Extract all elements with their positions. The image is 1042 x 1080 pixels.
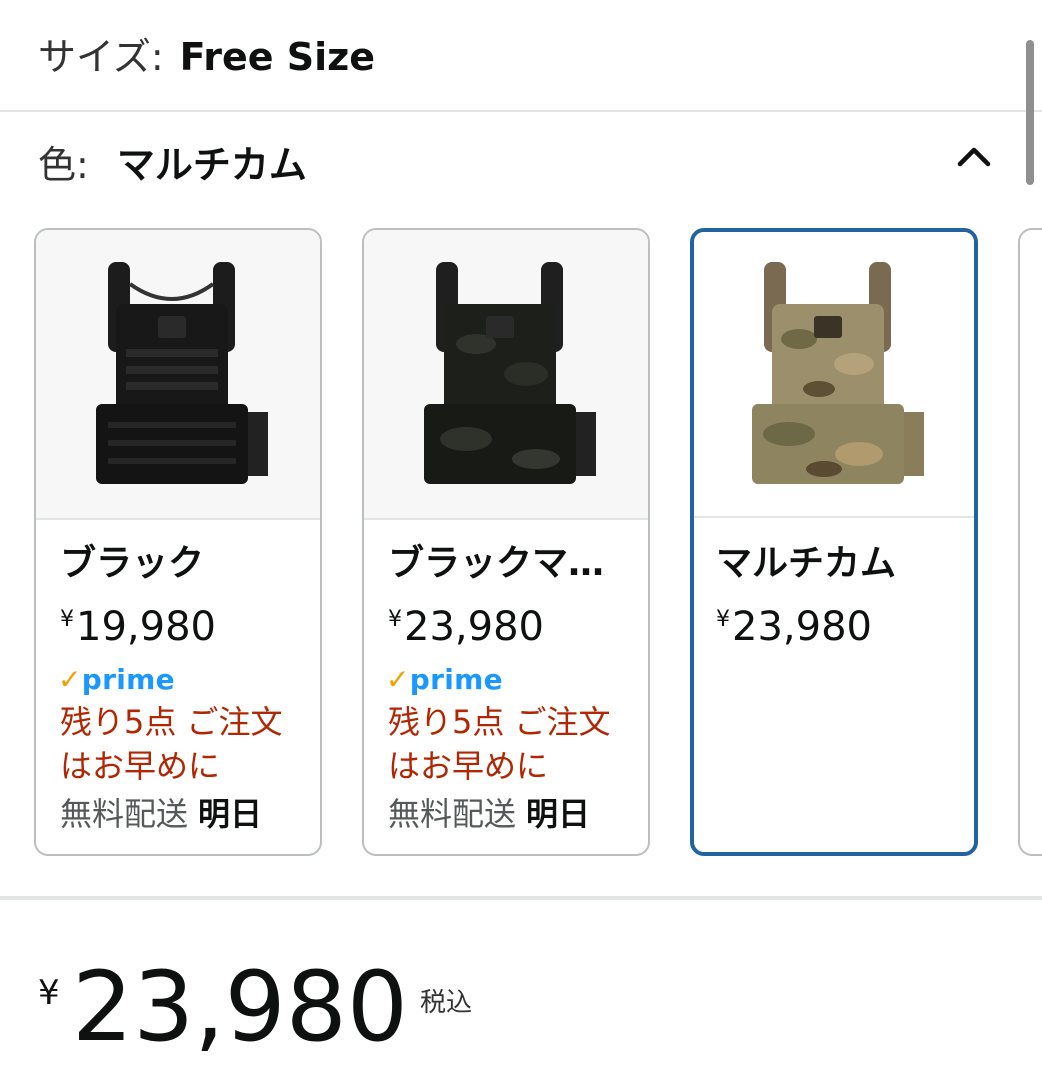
prime-check-icon: ✓ <box>386 662 410 696</box>
variant-price: ¥19,980 <box>60 596 216 651</box>
color-selector-header: 色: マルチカム <box>38 142 307 188</box>
price-value: 19,980 <box>76 604 216 650</box>
currency-symbol: ¥ <box>38 973 60 1013</box>
product-image-multicam <box>694 232 974 518</box>
total-amount: 23,980 <box>72 951 408 1063</box>
variant-price: ¥23,980 <box>716 596 872 651</box>
shipping-day: 明日 <box>526 795 591 833</box>
product-image-black <box>36 230 320 520</box>
prime-check-icon: ✓ <box>58 662 82 696</box>
currency-symbol: ¥ <box>60 607 74 632</box>
collapse-button[interactable] <box>952 134 996 178</box>
size-label: サイズ: <box>38 35 164 79</box>
currency-symbol: ¥ <box>716 607 730 632</box>
size-value: Free Size <box>179 35 375 79</box>
variant-card-black[interactable]: ブラック ¥19,980 ✓ prime 残り5点 ご注文はお早めに 無料配送 明日 <box>34 228 322 856</box>
shipping-day: 明日 <box>198 795 263 833</box>
variant-card-multicam[interactable]: マルチカム ¥23,980 <box>690 228 978 856</box>
tax-included-label: 税込 <box>420 988 473 1018</box>
prime-badge: ✓ prime <box>386 662 503 696</box>
color-value: マルチカム <box>116 143 307 187</box>
product-image-black-multicam <box>364 230 648 520</box>
shipping-label: 無料配送 <box>60 795 189 833</box>
chevron-up-icon <box>957 147 991 167</box>
divider <box>0 896 1042 900</box>
shipping-info: 無料配送 明日 <box>388 794 590 834</box>
divider <box>0 110 1042 112</box>
variant-card-black-multicam[interactable]: ブラックマ… ¥23,980 ✓ prime 残り5点 ご注文はお早めに 無料配送… <box>362 228 650 856</box>
prime-label: prime <box>81 662 175 696</box>
shipping-info: 無料配送 明日 <box>60 794 262 834</box>
variant-name: ブラック <box>60 543 205 584</box>
prime-label: prime <box>409 662 503 696</box>
stock-warning: 残り5点 ご注文はお早めに <box>60 703 283 785</box>
color-label: 色: <box>38 143 89 187</box>
variant-price: ¥23,980 <box>388 596 544 651</box>
currency-symbol: ¥ <box>388 607 402 632</box>
stock-warning: 残り5点 ご注文はお早めに <box>388 703 611 785</box>
price-value: 23,980 <box>732 604 872 650</box>
size-selector[interactable]: サイズ: Free Size <box>38 34 375 80</box>
scrollbar[interactable] <box>1026 40 1034 185</box>
variant-name: ブラックマ… <box>388 543 605 584</box>
shipping-label: 無料配送 <box>388 795 517 833</box>
price-value: 23,980 <box>404 604 544 650</box>
variant-card-next[interactable] <box>1018 228 1042 856</box>
variant-name: マルチカム <box>716 543 897 584</box>
prime-badge: ✓ prime <box>58 662 175 696</box>
